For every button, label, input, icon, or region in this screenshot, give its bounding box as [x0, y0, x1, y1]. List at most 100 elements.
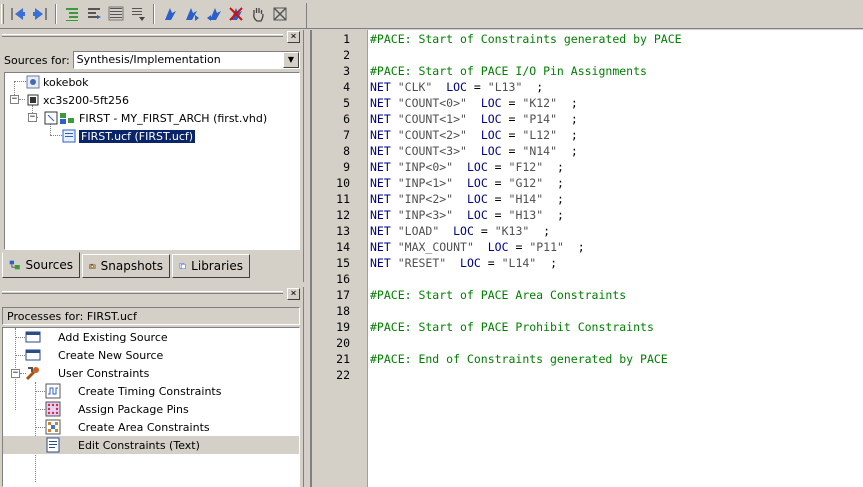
tree-item-device[interactable]: xc3s200-5ft256 [26, 91, 129, 109]
code-keyword: NET [370, 176, 391, 190]
process-edit-constraints-text[interactable]: Edit Constraints (Text) [3, 436, 299, 454]
editor-toolbar-area [306, 3, 863, 29]
code-line[interactable]: 3 #PACE: Start of PACE I/O Pin Assignment… [312, 63, 863, 79]
line-number: 6 [343, 112, 350, 126]
stop-icon[interactable] [269, 3, 291, 25]
tab-snapshots[interactable]: Snapshots [82, 254, 170, 278]
outdent-icon[interactable] [83, 3, 105, 25]
collapse-toggle[interactable]: − [28, 113, 37, 122]
code-line[interactable]: 9 NET "INP<0>" LOC = "F12" ; [312, 159, 863, 175]
pan-hand-icon[interactable] [247, 3, 269, 25]
code-string: "INP<0>" [397, 160, 454, 174]
processes-list: − Add Existing Source Create New Source … [2, 327, 300, 487]
process-create-area-constraints[interactable]: Create Area Constraints [3, 418, 299, 436]
code-line[interactable]: 1 #PACE: Start of Constraints generated b… [312, 31, 863, 47]
code-string: "CLK" [397, 80, 433, 94]
code-line[interactable]: 6 NET "COUNT<1>" LOC = "P14" ; [312, 111, 863, 127]
code-string: "H13" [508, 208, 544, 222]
toolbar-grip[interactable] [1, 4, 4, 24]
line-text: NET "MAX_COUNT" LOC = "P11" ; [370, 239, 585, 255]
code-string: "G12" [508, 176, 544, 190]
panel-grip[interactable] [2, 34, 283, 37]
line-number: 19 [336, 320, 350, 334]
ucf-file-icon [62, 129, 76, 143]
back-icon[interactable] [7, 3, 29, 25]
process-add-existing-source[interactable]: Add Existing Source [3, 328, 299, 346]
area-icon [45, 419, 61, 435]
code-string: "LOAD" [397, 224, 440, 238]
code-line[interactable]: 4 NET "CLK" LOC = "L13" ; [312, 79, 863, 95]
bookmark-prev-icon[interactable] [203, 3, 225, 25]
bookmark-clear-icon[interactable] [225, 3, 247, 25]
code-line[interactable]: 12 NET "INP<3>" LOC = "H13" ; [312, 207, 863, 223]
close-icon[interactable]: × [287, 288, 300, 300]
line-text: NET "COUNT<2>" LOC = "L12" ; [370, 127, 578, 143]
code-line[interactable]: 15 NET "RESET" LOC = "L14" ; [312, 255, 863, 271]
code-line[interactable]: 16 [312, 271, 863, 287]
chevron-down-icon[interactable]: ▼ [283, 52, 299, 68]
code-string: "N14" [522, 144, 558, 158]
code-line[interactable]: 22 [312, 367, 863, 383]
code-editor[interactable]: 1 #PACE: Start of Constraints generated b… [310, 30, 863, 487]
line-text: NET "CLK" LOC = "L13" ; [370, 79, 543, 95]
forward-icon[interactable] [29, 3, 51, 25]
code-line[interactable]: 21 #PACE: End of Constraints generated by… [312, 351, 863, 367]
code-line[interactable]: 19 #PACE: Start of PACE Prohibit Constrai… [312, 319, 863, 335]
vhdl-module-icon [44, 111, 74, 125]
comment-icon[interactable] [105, 3, 127, 25]
tree-item-ucf[interactable]: FIRST.ucf (FIRST.ucf) [62, 127, 197, 145]
process-create-timing-constraints[interactable]: Create Timing Constraints [3, 382, 299, 400]
code-line[interactable]: 18 [312, 303, 863, 319]
code-line[interactable]: 11 NET "INP<2>" LOC = "H14" ; [312, 191, 863, 207]
line-text: NET "COUNT<1>" LOC = "P14" ; [370, 111, 578, 127]
tab-sources[interactable]: Sources [2, 252, 80, 278]
bookmark-toggle-icon[interactable] [159, 3, 181, 25]
code-keyword: NET [370, 256, 391, 270]
code-line[interactable]: 7 NET "COUNT<2>" LOC = "L12" ; [312, 127, 863, 143]
line-text: NET "RESET" LOC = "L14" ; [370, 255, 557, 271]
code-terminator: ; [543, 176, 564, 190]
panel-grip[interactable] [2, 291, 283, 294]
sources-for-row: Sources for: Synthesis/Implementation ▼ [4, 50, 300, 70]
line-number: 17 [336, 288, 350, 302]
code-line[interactable]: 13 NET "LOAD" LOC = "K13" ; [312, 223, 863, 239]
bookmark-next-icon[interactable] [181, 3, 203, 25]
code-string: "L13" [487, 80, 523, 94]
code-keyword: NET [370, 112, 391, 126]
code-operator: = [501, 128, 523, 142]
code-terminator: ; [557, 112, 578, 126]
close-icon[interactable]: × [287, 31, 300, 43]
line-number: 21 [336, 352, 350, 366]
line-number: 7 [343, 128, 350, 142]
process-create-new-source[interactable]: Create New Source [3, 346, 299, 364]
code-keyword: LOC [480, 96, 502, 110]
tree-item-vhdl-module[interactable]: FIRST - MY_FIRST_ARCH (first.vhd) [44, 109, 267, 127]
tree-item-kokebok[interactable]: kokebok [26, 73, 89, 91]
line-text: NET "INP<1>" LOC = "G12" ; [370, 175, 564, 191]
code-line[interactable]: 17 #PACE: Start of PACE Area Constraints [312, 287, 863, 303]
toolbar-separator [153, 4, 155, 24]
code-line[interactable]: 14 NET "MAX_COUNT" LOC = "P11" ; [312, 239, 863, 255]
text-edit-icon [46, 437, 60, 453]
code-string: "H14" [508, 192, 544, 206]
code-line[interactable]: 5 NET "COUNT<0>" LOC = "K12" ; [312, 95, 863, 111]
collapse-toggle[interactable]: − [10, 95, 19, 104]
line-number: 10 [336, 176, 350, 190]
code-line[interactable]: 8 NET "COUNT<3>" LOC = "N14" ; [312, 143, 863, 159]
code-operator: = [466, 80, 488, 94]
tab-libraries[interactable]: Libraries [172, 254, 250, 278]
code-line[interactable]: 10 NET "INP<1>" LOC = "G12" ; [312, 175, 863, 191]
indent-icon[interactable] [61, 3, 83, 25]
sources-for-select[interactable]: Synthesis/Implementation ▼ [72, 51, 300, 69]
process-assign-package-pins[interactable]: Assign Package Pins [3, 400, 299, 418]
process-user-constraints[interactable]: User Constraints [3, 364, 299, 382]
sources-tab-icon [9, 260, 20, 270]
code-line[interactable]: 2 [312, 47, 863, 63]
uncomment-icon[interactable] [127, 3, 149, 25]
line-number: 14 [336, 240, 350, 254]
code-line[interactable]: 20 [312, 335, 863, 351]
